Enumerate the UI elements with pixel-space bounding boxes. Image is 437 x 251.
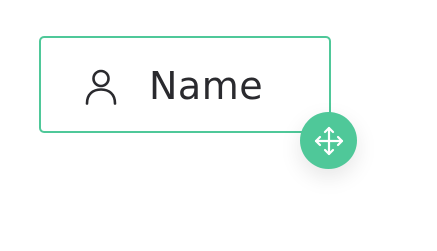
move-arrows-icon [312, 124, 346, 158]
canvas: Name [0, 0, 437, 251]
field-label: Name [149, 64, 264, 108]
name-field-block[interactable]: Name [39, 36, 331, 133]
user-icon [85, 69, 117, 105]
move-handle[interactable] [300, 112, 357, 169]
